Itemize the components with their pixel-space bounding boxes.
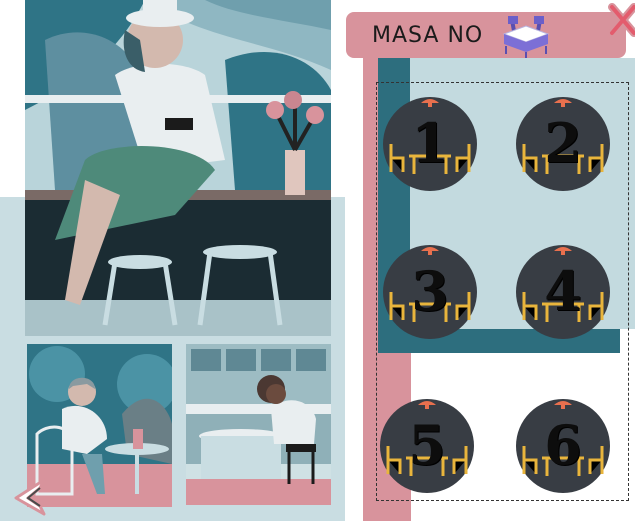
cafe-scene-illustration bbox=[25, 0, 331, 336]
title-bar: MASA NO bbox=[346, 12, 626, 58]
back-arrow-icon bbox=[14, 478, 46, 516]
table-button-6[interactable]: 6 bbox=[514, 396, 612, 494]
back-button[interactable] bbox=[10, 476, 48, 518]
table-button-2[interactable]: 2 bbox=[514, 94, 612, 192]
cafe-bar-illustration bbox=[186, 344, 331, 505]
table-button-4[interactable]: 4 bbox=[514, 242, 612, 340]
dining-table-icon bbox=[498, 12, 554, 58]
table-button-3[interactable]: 3 bbox=[381, 242, 479, 340]
table-number: 2 bbox=[544, 111, 582, 175]
close-icon bbox=[608, 3, 635, 37]
table-number: 1 bbox=[411, 111, 449, 175]
table-button-1[interactable]: 1 bbox=[381, 94, 479, 192]
page-title: MASA NO bbox=[372, 22, 484, 48]
table-number: 3 bbox=[411, 259, 449, 323]
table-button-5[interactable]: 5 bbox=[378, 396, 476, 494]
cafe-woman-illustration bbox=[27, 344, 172, 507]
table-number: 4 bbox=[544, 259, 582, 323]
illustration-area bbox=[0, 0, 345, 521]
table-number: 6 bbox=[544, 413, 582, 477]
table-number: 5 bbox=[408, 413, 446, 477]
close-button[interactable] bbox=[608, 3, 635, 37]
